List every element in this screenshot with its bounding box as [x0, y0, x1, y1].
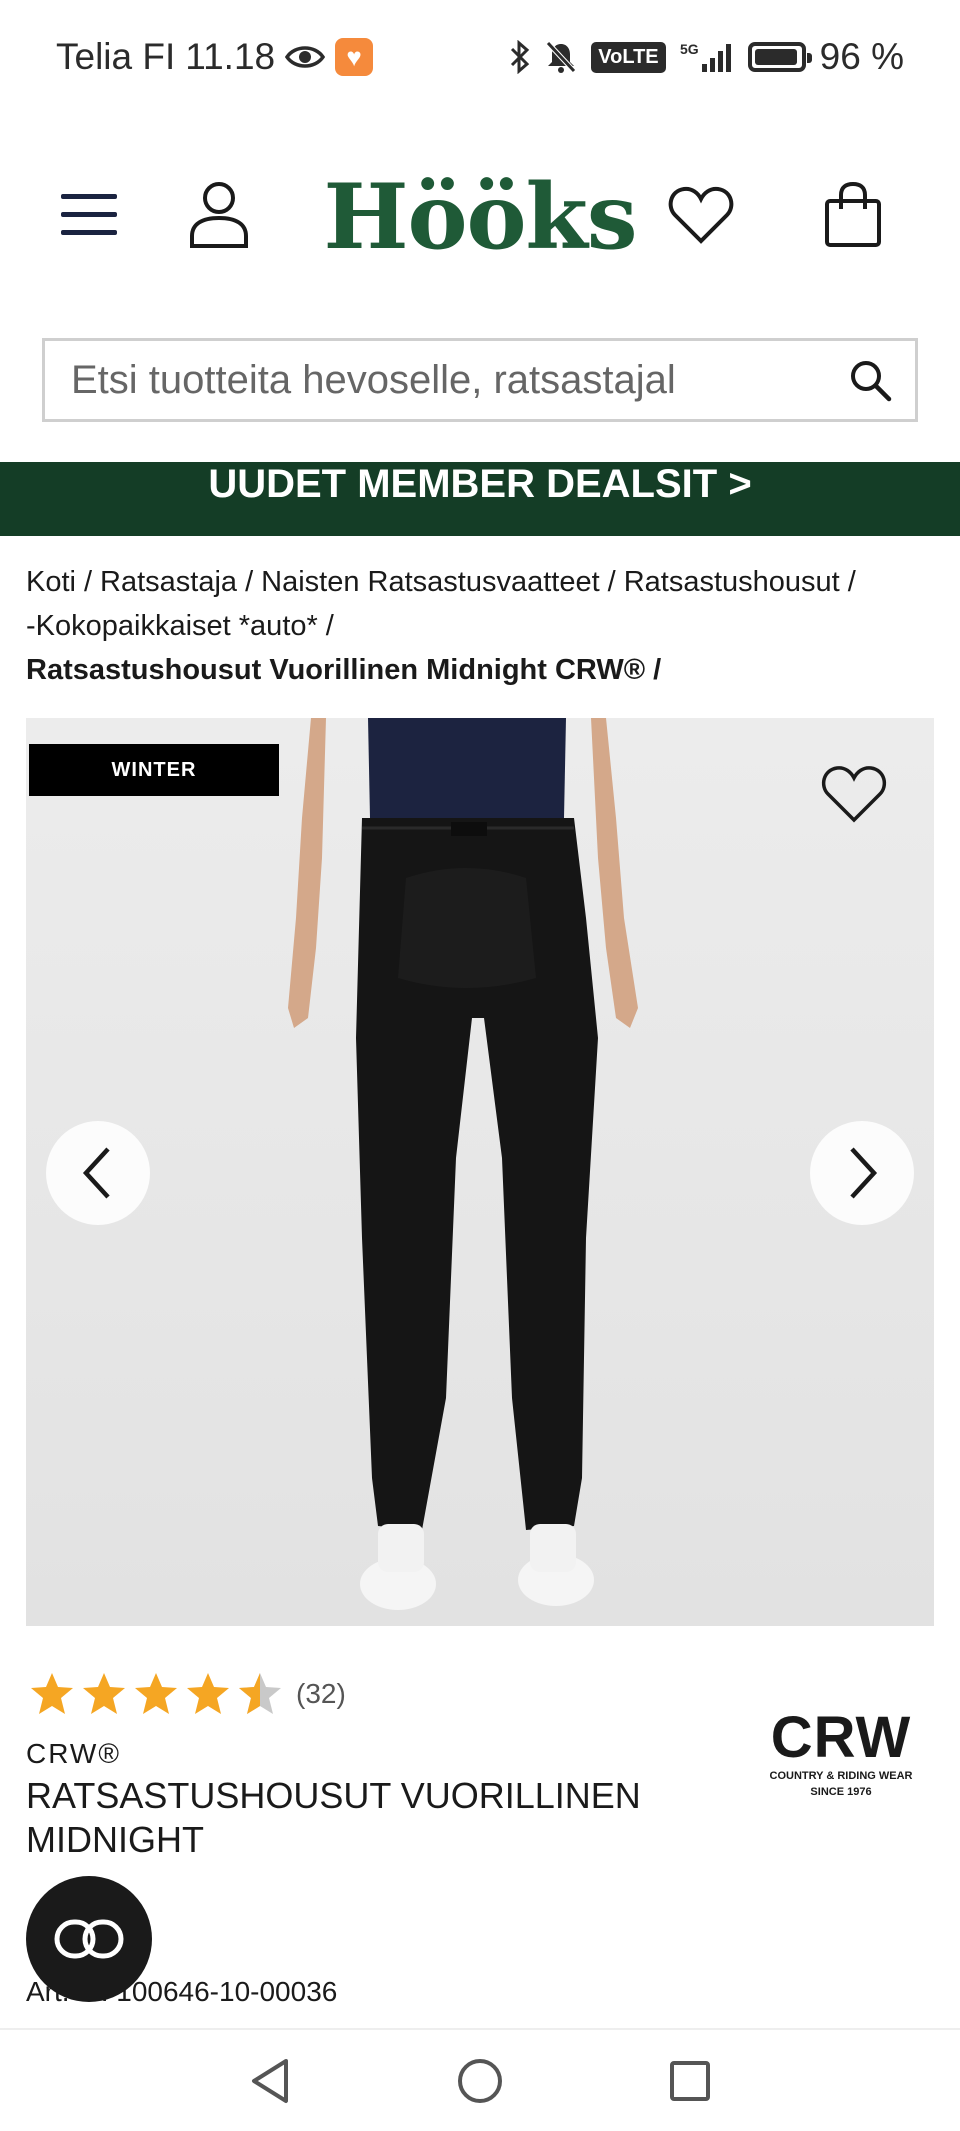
next-image-button[interactable]: [810, 1121, 914, 1225]
hamburger-icon: [61, 194, 117, 235]
add-to-wishlist-button[interactable]: [814, 754, 894, 834]
user-icon: [190, 182, 248, 248]
back-triangle-icon: [252, 2058, 288, 2103]
breadcrumb-separator: /: [83, 566, 93, 598]
menu-button[interactable]: [44, 170, 134, 260]
promo-text: UUDET MEMBER DEALSIT >: [208, 462, 752, 506]
account-button[interactable]: [174, 170, 264, 260]
chevron-right-icon: [850, 1147, 878, 1199]
back-button[interactable]: [240, 2051, 300, 2111]
battery-fill: [754, 49, 797, 65]
breadcrumb-ratsastaja[interactable]: Ratsastaja: [100, 566, 237, 598]
search-input[interactable]: [45, 341, 825, 419]
site-header: Hööks: [0, 150, 960, 280]
crw-logo-tagline: COUNTRY & RIDING WEAR: [769, 1770, 913, 1782]
search-bar: [42, 338, 918, 422]
chat-icon: [54, 1919, 124, 1959]
breadcrumb-separator: /: [325, 610, 334, 642]
battery-percent: 96 %: [819, 36, 904, 77]
home-button[interactable]: [450, 2051, 510, 2111]
status-left: Telia FI 11.18 ♥: [56, 36, 374, 78]
chat-button[interactable]: [26, 1876, 152, 2002]
breadcrumb-koti[interactable]: Koti: [26, 566, 76, 598]
network-type-label: 5G: [680, 41, 699, 57]
star-full-icon: [31, 1673, 73, 1714]
bluetooth-icon: [509, 40, 531, 74]
carrier-label: Telia FI: [56, 36, 176, 77]
eye-icon: [285, 43, 326, 71]
recents-square-icon: [670, 2060, 710, 2101]
breadcrumb-separator: /: [245, 566, 254, 598]
clock: 11.18: [185, 36, 276, 77]
breadcrumb-ratsastushousut[interactable]: Ratsastushousut: [624, 566, 840, 598]
volte-indicator: VoLTE: [591, 41, 666, 73]
wishlist-button[interactable]: [656, 170, 746, 260]
product-image: [26, 718, 934, 1626]
product-name: RATSASTUSHOUSUT VUORILLINEN MIDNIGHT: [26, 1775, 641, 1860]
star-full-icon: [187, 1673, 229, 1714]
signal-icon: 5G: [680, 40, 734, 74]
system-navigation-bar: [0, 2028, 960, 2131]
star-full-icon: [83, 1673, 125, 1714]
status-right: VoLTE 5G 96 %: [509, 36, 904, 78]
search-icon: [851, 361, 892, 402]
breadcrumb-separator: /: [607, 566, 616, 598]
battery-icon: [747, 42, 812, 72]
cart-button[interactable]: [808, 170, 898, 260]
shopping-bag-icon: [825, 181, 881, 247]
product-brand[interactable]: CRW®: [26, 1738, 121, 1770]
product-rating[interactable]: (32): [28, 1670, 346, 1718]
breadcrumb-separator: /: [847, 566, 856, 598]
breadcrumb-naisten-ratsastusvaatteet[interactable]: Naisten Ratsastusvaatteet: [261, 566, 600, 598]
crw-logo-since: SINCE 1976: [810, 1786, 872, 1798]
search-button[interactable]: [825, 341, 915, 419]
heart-icon: [821, 766, 887, 823]
heart-icon: [668, 186, 734, 244]
mute-bell-icon: [545, 40, 577, 74]
product-image-gallery[interactable]: WINTER: [26, 718, 934, 1626]
health-app-icon: ♥: [335, 38, 374, 76]
winter-badge: WINTER: [29, 744, 279, 796]
crw-logo-text: CRW: [770, 1705, 912, 1770]
crw-brand-logo[interactable]: CRW COUNTRY & RIDING WEAR SINCE 1976: [756, 1708, 926, 1800]
member-deals-banner[interactable]: UUDET MEMBER DEALSIT >: [0, 462, 960, 536]
breadcrumb-current: Ratsastushousut Vuorillinen Midnight CRW…: [26, 654, 646, 686]
review-count[interactable]: (32): [296, 1678, 346, 1710]
chevron-left-icon: [82, 1147, 110, 1199]
star-half-icon: [239, 1673, 281, 1714]
previous-image-button[interactable]: [46, 1121, 150, 1225]
breadcrumb-kokopaikkaiset[interactable]: -Kokopaikkaiset *auto*: [26, 610, 318, 642]
star-full-icon: [135, 1673, 177, 1714]
breadcrumb-separator: /: [653, 654, 662, 686]
recents-button[interactable]: [660, 2051, 720, 2111]
home-circle-icon: [458, 2058, 502, 2103]
breadcrumb: Koti / Ratsastaja / Naisten Ratsastusvaattee…: [26, 560, 936, 692]
status-bar: Telia FI 11.18 ♥ VoLTE 5G 96 %: [0, 0, 960, 120]
